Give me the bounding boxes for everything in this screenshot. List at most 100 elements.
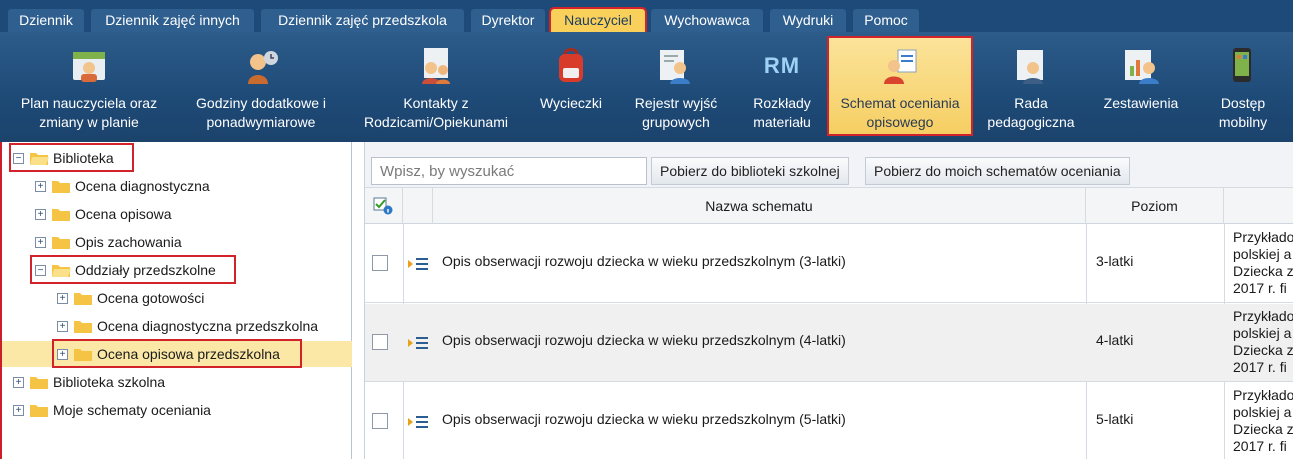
scheme-name: Opis obserwacji rozwoju dziecka w wieku … bbox=[442, 253, 846, 269]
expand-icon[interactable]: + bbox=[35, 237, 46, 248]
toolbar-label: Plan nauczyciela oraz zmiany w planie bbox=[20, 95, 158, 130]
folder-icon bbox=[30, 377, 48, 389]
table-row[interactable]: Opis obserwacji rozwoju dziecka w wieku … bbox=[365, 304, 1293, 382]
scheme-level: 5-latki bbox=[1096, 411, 1134, 427]
main-toolbar: Plan nauczyciela oraz zmiany w planie Go… bbox=[0, 32, 1293, 142]
tab-dyrektor[interactable]: Dyrektor bbox=[471, 9, 545, 32]
folder-icon bbox=[52, 237, 70, 249]
folder-icon bbox=[74, 293, 92, 305]
backpack-icon bbox=[559, 48, 583, 82]
toolbar-label: Godziny dodatkowe i ponadwymiarowe bbox=[196, 95, 326, 130]
tab-pomoc[interactable]: Pomoc bbox=[853, 9, 919, 32]
tree-node-biblioteka-szkolna[interactable]: + Biblioteka szkolna bbox=[2, 369, 342, 395]
search-input[interactable] bbox=[371, 157, 647, 185]
toolbar-label: Rada pedagogiczna bbox=[987, 95, 1075, 130]
group-outings-icon bbox=[660, 50, 690, 84]
select-all-header[interactable] bbox=[365, 188, 403, 224]
tree-label: Opis zachowania bbox=[75, 234, 182, 250]
tree-label: Moje schematy oceniania bbox=[53, 402, 211, 418]
table-row[interactable]: Opis obserwacji rozwoju dziecka w wieku … bbox=[365, 225, 1293, 303]
toolbar-label: Dostęp mobilny bbox=[1218, 95, 1268, 130]
scheme-description: Przykłado polskiej a Dziecka z 2017 r. f… bbox=[1233, 387, 1293, 454]
folder-icon bbox=[52, 181, 70, 193]
tab-wydruki[interactable]: Wydruki bbox=[770, 9, 846, 32]
toolbar-label: Schemat oceniania opisowego bbox=[840, 95, 960, 130]
highlight-box bbox=[30, 255, 236, 284]
folder-icon bbox=[74, 321, 92, 333]
tree-node-ocena-diagnostyczna-przedszkolna[interactable]: + Ocena diagnostyczna przedszkolna bbox=[2, 313, 342, 339]
toolbar-label: Rozkłady materiału bbox=[753, 95, 811, 130]
toolbar-wycieczki[interactable]: Wycieczki bbox=[532, 32, 610, 142]
toolbar-rejestr-wyjsc[interactable]: Rejestr wyjść grupowych bbox=[626, 32, 726, 142]
top-tab-bar: Dziennik Dziennik zajęć innych Dziennik … bbox=[0, 0, 1293, 34]
toolbar-rada-pedagogiczna[interactable]: Rada pedagogiczna bbox=[978, 32, 1084, 142]
grid-header: Nazwa schematu Poziom bbox=[365, 188, 1293, 224]
folder-icon bbox=[30, 405, 48, 417]
scheme-list-icon bbox=[408, 337, 428, 349]
grid-toolbar: Pobierz do biblioteki szkolnej Pobierz d… bbox=[365, 142, 1293, 188]
toolbar-label: Rejestr wyjść grupowych bbox=[634, 95, 718, 130]
descriptive-assessment-icon bbox=[884, 49, 917, 84]
scheme-description: Przykłado polskiej a Dziecka z 2017 r. f… bbox=[1233, 229, 1293, 296]
scheme-list-icon bbox=[408, 258, 428, 270]
rm-icon: RM bbox=[763, 53, 801, 78]
toolbar-rozklady[interactable]: RM Rozkłady materiału bbox=[740, 32, 824, 142]
tree-label: Ocena opisowa bbox=[75, 206, 172, 222]
tree-node-moje-schematy[interactable]: + Moje schematy oceniania bbox=[2, 397, 342, 423]
toolbar-godziny-dodatkowe[interactable]: Godziny dodatkowe i ponadwymiarowe bbox=[176, 32, 346, 142]
library-tree: − Biblioteka + Ocena diagnostyczna + Oce… bbox=[0, 142, 352, 459]
toolbar-label: Zestawienia bbox=[1103, 95, 1179, 111]
tree-node-opis-zachowania[interactable]: + Opis zachowania bbox=[2, 229, 342, 255]
extra-hours-icon bbox=[248, 51, 278, 84]
highlight-box bbox=[9, 143, 134, 172]
toolbar-plan-nauczyciela[interactable]: Plan nauczyciela oraz zmiany w planie bbox=[6, 32, 172, 142]
toolbar-kontakty[interactable]: Kontakty z Rodzicami/Opiekunami bbox=[352, 32, 520, 142]
folder-icon bbox=[52, 209, 70, 221]
download-to-my-schemes-button[interactable]: Pobierz do moich schematów oceniania bbox=[865, 157, 1130, 185]
expand-icon[interactable]: + bbox=[57, 293, 68, 304]
highlight-box bbox=[52, 339, 302, 368]
expand-icon[interactable]: + bbox=[13, 377, 24, 388]
parent-contacts-icon bbox=[422, 48, 450, 84]
tree-node-ocena-diagnostyczna[interactable]: + Ocena diagnostyczna bbox=[2, 173, 342, 199]
table-row[interactable]: Opis obserwacji rozwoju dziecka w wieku … bbox=[365, 383, 1293, 459]
row-checkbox[interactable] bbox=[372, 255, 388, 271]
toolbar-dostep-mobilny[interactable]: Dostęp mobilny bbox=[1200, 32, 1286, 142]
tab-nauczyciel[interactable]: Nauczyciel bbox=[549, 7, 647, 34]
toolbar-label: Wycieczki bbox=[539, 95, 603, 111]
tree-label: Ocena diagnostyczna bbox=[75, 178, 210, 194]
schemes-grid: Pobierz do biblioteki szkolnej Pobierz d… bbox=[364, 142, 1293, 459]
toolbar-schemat-oceniania[interactable]: Schemat oceniania opisowego bbox=[827, 36, 973, 136]
scheme-name: Opis obserwacji rozwoju dziecka w wieku … bbox=[442, 411, 846, 427]
tab-dziennik-zajec-przedszkola[interactable]: Dziennik zajęć przedszkola bbox=[261, 9, 464, 32]
toolbar-label: Kontakty z Rodzicami/Opiekunami bbox=[364, 95, 508, 130]
expand-icon[interactable]: + bbox=[35, 209, 46, 220]
mobile-access-icon bbox=[1233, 48, 1251, 82]
tab-dziennik[interactable]: Dziennik bbox=[8, 9, 84, 32]
check-info-icon bbox=[373, 197, 393, 215]
tree-label: Biblioteka szkolna bbox=[53, 374, 166, 390]
tree-label: Ocena diagnostyczna przedszkolna bbox=[97, 318, 319, 334]
reports-icon bbox=[1125, 50, 1159, 84]
scheme-level: 4-latki bbox=[1096, 332, 1134, 348]
row-checkbox[interactable] bbox=[372, 413, 388, 429]
tab-wychowawca[interactable]: Wychowawca bbox=[651, 9, 763, 32]
tree-node-ocena-opisowa[interactable]: + Ocena opisowa bbox=[2, 201, 342, 227]
expand-icon[interactable]: + bbox=[57, 321, 68, 332]
column-header-name[interactable]: Nazwa schematu bbox=[433, 188, 1086, 224]
tree-label: Ocena gotowości bbox=[97, 290, 205, 306]
icon-column-header bbox=[403, 188, 433, 224]
toolbar-zestawienia[interactable]: Zestawienia bbox=[1094, 32, 1188, 142]
tree-node-ocena-gotowosci[interactable]: + Ocena gotowości bbox=[2, 285, 342, 311]
scheme-name: Opis obserwacji rozwoju dziecka w wieku … bbox=[442, 332, 846, 348]
tab-dziennik-zajec-innych[interactable]: Dziennik zajęć innych bbox=[91, 9, 254, 32]
expand-icon[interactable]: + bbox=[35, 181, 46, 192]
expand-icon[interactable]: + bbox=[13, 405, 24, 416]
scheme-list-icon bbox=[408, 416, 428, 428]
scheme-description: Przykłado polskiej a Dziecka z 2017 r. f… bbox=[1233, 308, 1293, 375]
download-to-school-library-button[interactable]: Pobierz do biblioteki szkolnej bbox=[651, 157, 849, 185]
scheme-level: 3-latki bbox=[1096, 253, 1134, 269]
teacher-plan-icon bbox=[73, 52, 105, 82]
column-header-level[interactable]: Poziom bbox=[1086, 188, 1224, 224]
row-checkbox[interactable] bbox=[372, 334, 388, 350]
